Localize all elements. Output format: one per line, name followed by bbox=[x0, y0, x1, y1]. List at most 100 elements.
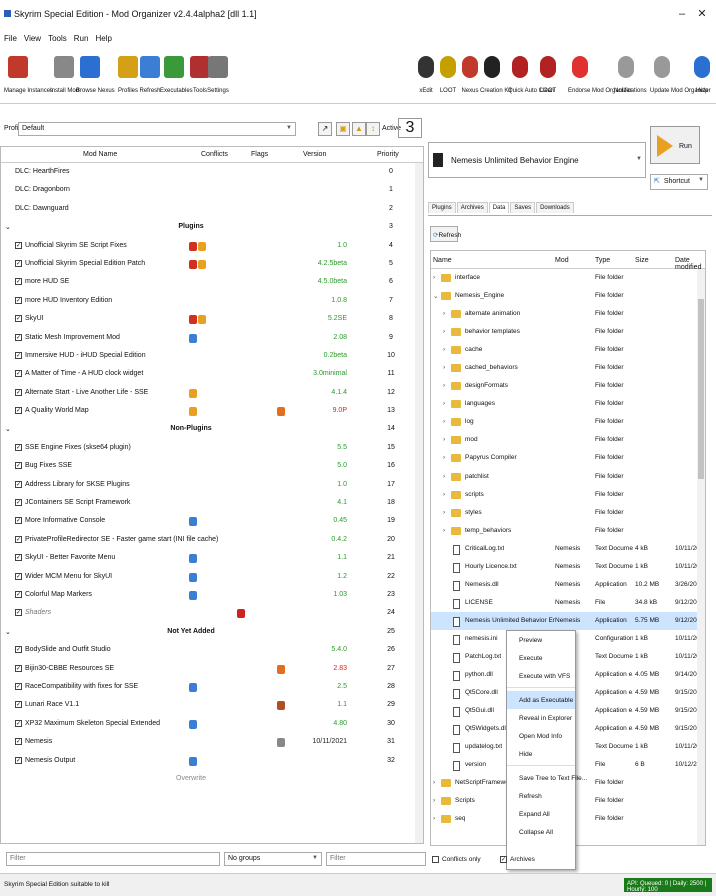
conflicts-checkbox[interactable] bbox=[432, 856, 439, 863]
mod-row[interactable]: DLC: Dragonborn 1 bbox=[1, 181, 423, 199]
context-item-execute[interactable]: Execute bbox=[507, 649, 575, 667]
folder-row[interactable]: ⌄ Nemesis_Engine File folder bbox=[431, 287, 705, 305]
mod-checkbox[interactable]: ✓ bbox=[15, 756, 22, 764]
mod-checkbox[interactable]: ✓ bbox=[15, 554, 22, 562]
header-priority[interactable]: Priority bbox=[377, 151, 399, 158]
file-row[interactable]: LICENSE Nemesis File 34.8 kB 9/12/2021 bbox=[431, 594, 705, 612]
header-conflicts[interactable]: Conflicts bbox=[201, 151, 228, 158]
mod-checkbox[interactable]: ✓ bbox=[15, 370, 22, 378]
header-flags[interactable]: Flags bbox=[251, 151, 268, 158]
mod-row[interactable]: ✓ SkyUI 5.2SE 8 bbox=[1, 310, 423, 328]
mod-row[interactable]: ✓ Bug Fixes SSE 5.0 16 bbox=[1, 457, 423, 475]
context-item-refresh[interactable]: Refresh bbox=[507, 787, 575, 805]
toolbar-creation-kit-button[interactable]: Creation Kit bbox=[480, 56, 511, 94]
mod-checkbox[interactable]: ✓ bbox=[15, 535, 22, 543]
mod-checkbox[interactable]: ✓ bbox=[15, 480, 22, 488]
mod-checkbox[interactable]: ✓ bbox=[15, 609, 22, 617]
mod-row[interactable]: DLC: HearthFires 0 bbox=[1, 163, 423, 181]
menu-help[interactable]: Help bbox=[95, 34, 111, 43]
toolbar-endorse-mod-organizer-button[interactable]: Endorse Mod Organizer bbox=[568, 56, 632, 94]
tab-plugins[interactable]: Plugins bbox=[428, 202, 456, 213]
folder-row[interactable]: › log File folder bbox=[431, 413, 705, 431]
expand-arrow-icon[interactable]: › bbox=[443, 491, 445, 498]
mod-row[interactable]: ✓ SSE Engine Fixes (skse64 plugin) 5.5 15 bbox=[1, 439, 423, 457]
mod-row[interactable]: ✓ more HUD SE 4.5.0beta 6 bbox=[1, 273, 423, 291]
mod-row[interactable]: ✓ XP32 Maximum Skeleton Special Extended 4… bbox=[1, 715, 423, 733]
expand-arrow-icon[interactable]: › bbox=[433, 274, 435, 281]
executable-select[interactable]: Nemesis Unlimited Behavior Engine ▼ bbox=[428, 142, 646, 178]
mod-checkbox[interactable]: ✓ bbox=[15, 296, 22, 304]
mod-row[interactable]: ✓ A Matter of Time - A HUD clock widget 3.… bbox=[1, 365, 423, 383]
mod-row[interactable]: ✓ Bijin30-CBBE Resources SE 2.83 27 bbox=[1, 660, 423, 678]
folder-row[interactable]: › designFormats File folder bbox=[431, 377, 705, 395]
mod-row[interactable]: ✓ more HUD Inventory Edition 1.0.8 7 bbox=[1, 292, 423, 310]
mod-row[interactable]: ✓ A Quality World Map 9.0P 13 bbox=[1, 402, 423, 420]
mod-checkbox[interactable]: ✓ bbox=[15, 259, 22, 267]
folder-row[interactable]: › temp_behaviors File folder bbox=[431, 522, 705, 540]
toolbar-nexus-button[interactable]: Nexus bbox=[458, 56, 482, 94]
context-item-add-as-executable[interactable]: Add as Executable bbox=[507, 691, 575, 709]
mod-checkbox[interactable]: ✓ bbox=[15, 388, 22, 396]
toolbar-browse-nexus-button[interactable]: Browse Nexus bbox=[76, 56, 115, 94]
mod-checkbox[interactable]: ✓ bbox=[15, 443, 22, 451]
toolbar-settings-button[interactable]: Settings bbox=[204, 56, 232, 94]
menu-file[interactable]: File bbox=[4, 34, 17, 43]
close-button[interactable]: ✕ bbox=[694, 6, 710, 22]
expand-arrow-icon[interactable]: › bbox=[443, 328, 445, 335]
separator-row[interactable]: Overwrite bbox=[1, 769, 423, 789]
expand-arrow-icon[interactable]: › bbox=[443, 509, 445, 516]
tab-saves[interactable]: Saves bbox=[510, 202, 536, 213]
archives-checkbox[interactable]: ✓ bbox=[500, 856, 507, 863]
folder-row[interactable]: › cached_behaviors File folder bbox=[431, 359, 705, 377]
toolbar-loot-button[interactable]: LOOT bbox=[536, 56, 560, 94]
mod-row[interactable]: ✓ Shaders 24 bbox=[1, 604, 423, 622]
separator-row[interactable]: ⌄ Plugins 3 bbox=[1, 218, 423, 237]
expand-arrow-icon[interactable]: › bbox=[443, 382, 445, 389]
tab-data[interactable]: Data bbox=[488, 202, 510, 213]
folder-row[interactable]: › styles File folder bbox=[431, 504, 705, 522]
mod-checkbox[interactable]: ✓ bbox=[15, 572, 22, 580]
mod-checkbox[interactable]: ✓ bbox=[15, 719, 22, 727]
run-button[interactable]: Run bbox=[650, 126, 700, 164]
mod-row[interactable]: ✓ Address Library for SKSE Plugins 1.0 17 bbox=[1, 476, 423, 494]
context-item-open-mod-info[interactable]: Open Mod Info bbox=[507, 727, 575, 745]
tools-menu-button[interactable]: ↗ bbox=[318, 122, 332, 136]
expand-arrow-icon[interactable]: › bbox=[443, 364, 445, 371]
expand-arrow-icon[interactable]: › bbox=[433, 779, 435, 786]
mod-row[interactable]: ✓ Immersive HUD - iHUD Special Edition 0.2… bbox=[1, 347, 423, 365]
mod-row[interactable]: ✓ Static Mesh Improvement Mod 2.08 9 bbox=[1, 329, 423, 347]
mod-checkbox[interactable]: ✓ bbox=[15, 701, 22, 709]
context-item-reveal-in-explorer[interactable]: Reveal in Explorer bbox=[507, 709, 575, 727]
expand-arrow-icon[interactable]: › bbox=[433, 815, 435, 822]
file-row[interactable]: Nemesis.dll Nemesis Application 10.2 MB 3/26… bbox=[431, 576, 705, 594]
mod-row[interactable]: ✓ Unofficial Skyrim SE Script Fixes 1.0 4 bbox=[1, 237, 423, 255]
mod-checkbox[interactable]: ✓ bbox=[15, 738, 22, 746]
toolbar-notifications-button[interactable]: Notifications bbox=[614, 56, 647, 94]
folder-row[interactable]: › Papyrus Compiler File folder bbox=[431, 449, 705, 467]
mod-checkbox[interactable]: ✓ bbox=[15, 682, 22, 690]
folder-row[interactable]: › mod File folder bbox=[431, 431, 705, 449]
mod-checkbox[interactable]: ✓ bbox=[15, 333, 22, 341]
separator-row[interactable]: ⌄ Non-Plugins 14 bbox=[1, 420, 423, 439]
folder-row[interactable]: › languages File folder bbox=[431, 395, 705, 413]
toolbar-loot-button[interactable]: LOOT bbox=[436, 56, 460, 94]
context-item-preview[interactable]: Preview bbox=[507, 631, 575, 649]
menu-view[interactable]: View bbox=[24, 34, 41, 43]
mod-row[interactable]: DLC: Dawnguard 2 bbox=[1, 200, 423, 218]
mod-checkbox[interactable]: ✓ bbox=[15, 407, 22, 415]
mod-checkbox[interactable]: ✓ bbox=[15, 499, 22, 507]
mod-row[interactable]: ✓ RaceCompatibility with fixes for SSE 2.5… bbox=[1, 678, 423, 696]
folder-row[interactable]: › behavior templates File folder bbox=[431, 323, 705, 341]
mod-row[interactable]: ✓ Unofficial Skyrim Special Edition Patch… bbox=[1, 255, 423, 273]
header-mod-name[interactable]: Mod Name bbox=[83, 151, 117, 158]
collapse-arrow-icon[interactable]: ⌄ bbox=[433, 292, 438, 300]
file-row[interactable]: Nemesis Unlimited Behavior Engine.exeNem… bbox=[431, 611, 705, 630]
file-row[interactable]: Hourly Licence.txt Nemesis Text Document1 … bbox=[431, 558, 705, 576]
tab-archives[interactable]: Archives bbox=[456, 202, 488, 213]
folder-row[interactable]: › patchlist File folder bbox=[431, 468, 705, 486]
menu-tools[interactable]: Tools bbox=[48, 34, 67, 43]
header-size[interactable]: Size bbox=[635, 257, 649, 264]
archives-toggle[interactable]: ✓ Archives bbox=[500, 852, 560, 868]
refresh-button[interactable]: ⟳Refresh bbox=[430, 226, 461, 242]
separator-row[interactable]: ⌄ Not Yet Added 25 bbox=[1, 622, 423, 642]
